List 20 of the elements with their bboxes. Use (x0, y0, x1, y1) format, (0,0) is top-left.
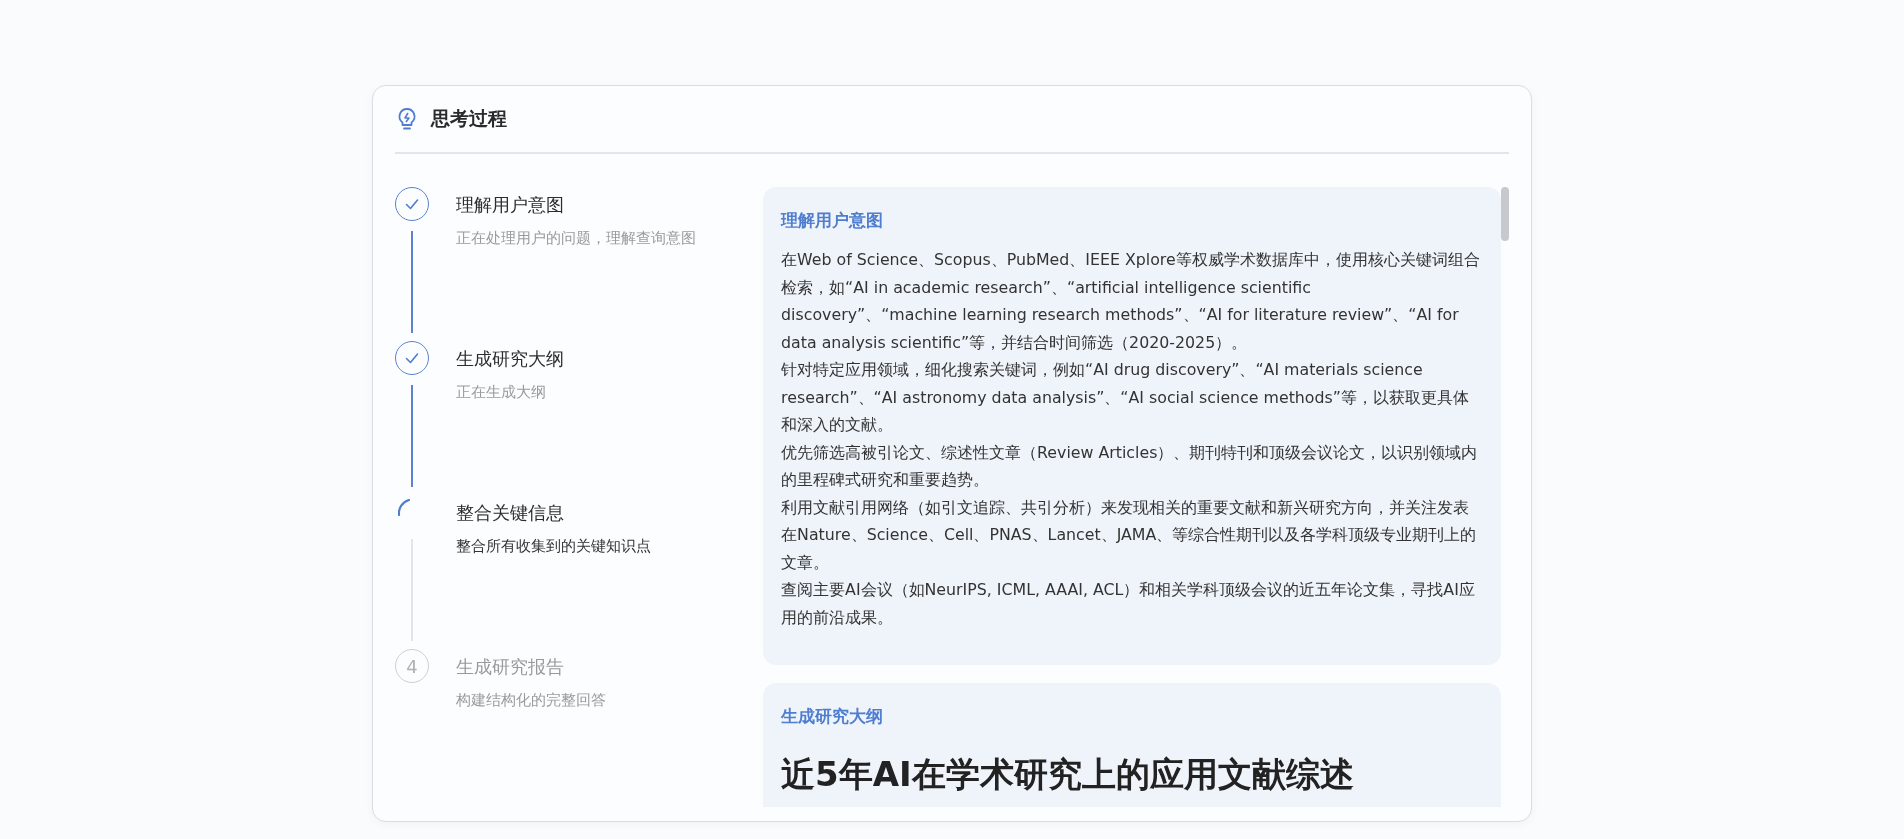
spinner-icon (398, 499, 410, 516)
section-paragraph: 针对特定应用领域，细化搜索关键词，例如“AI drug discovery”、“AI materials science research”、“AI astronomy data analysis”、“AI social science methods”等，以获取更具体和深入的文献。 (781, 359, 1470, 436)
step-description: 正在处理用户的问题，理解查询意图 (456, 229, 696, 248)
step-title: 整合关键信息 (456, 501, 565, 525)
panel-title: 思考过程 (431, 106, 507, 131)
step-title: 理解用户意图 (456, 193, 565, 217)
scrollbar-thumb[interactable] (1501, 187, 1509, 241)
step-description: 正在生成大纲 (456, 383, 547, 402)
lightbulb-icon (397, 107, 417, 131)
section-paragraph: 查阅主要AI会议（如NeurIPS, ICML, AAAI, ACL）和相关学科顶级会议的近五年论文集，寻找AI应用的前沿成果。 (781, 579, 1476, 629)
step-title: 生成研究大纲 (456, 347, 564, 371)
step-description: 整合所有收集到的关键知识点 (456, 537, 651, 556)
report-heading: 近5年AI在学术研究上的应用文献综述 (781, 753, 1355, 796)
section-paragraph: 在Web of Science、Scopus、PubMed、IEEE Xplore等权威学术数据库中，使用核心关键词组合检索，如“AI in academic research”、“artificial intelligence scientific discovery”、“machine learning research methods”、“AI for literature review”、“AI for data analysis scientific”等，并结合时间筛选（2020-2025）。 (781, 249, 1481, 354)
section-paragraph: 利用文献引用网络（如引文追踪、共引分析）来发现相关的重要文献和新兴研究方向，并关注发表在Nature、Science、Cell、PNAS、Lancet、JAMA、等综合性期刊以及各学科顶级专业期刊上的文章。 (781, 496, 1478, 574)
section-title: 生成研究大纲 (781, 705, 885, 728)
step-title: 生成研究报告 (456, 655, 565, 679)
section-title: 理解用户意图 (781, 209, 885, 232)
section-paragraph: 优先筛选高被引论文、综述性文章（Review Articles）、期刊特刊和顶级会议论文，以识别领域内的里程碑式研究和重要趋势。 (781, 441, 1479, 491)
step-description: 构建结构化的完整回答 (456, 691, 606, 710)
